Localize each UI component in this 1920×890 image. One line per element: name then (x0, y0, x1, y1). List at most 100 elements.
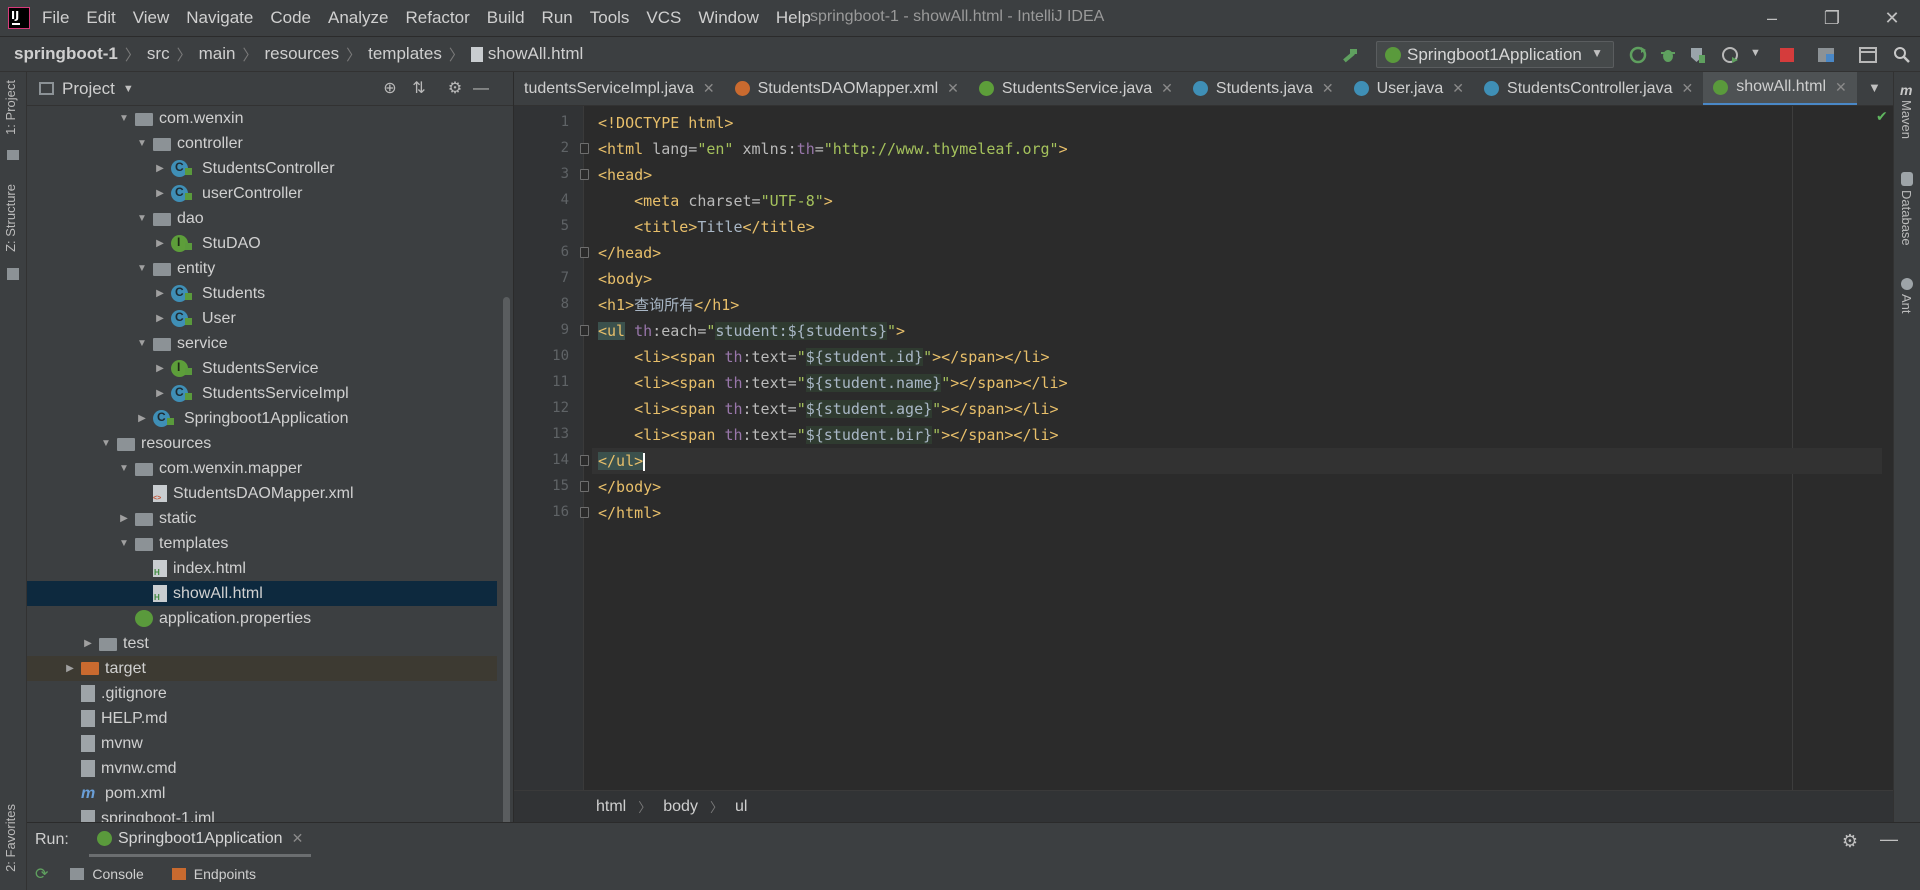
code-line[interactable]: <html lang="en" xmlns:th="http://www.thy… (592, 136, 1882, 162)
chevron-down-icon[interactable]: ▼ (1750, 47, 1761, 59)
expand-arrow-icon[interactable]: ▼ (135, 263, 149, 274)
menu-window[interactable]: Window (698, 8, 758, 28)
editor-tab[interactable]: showAll.html ✕ (1703, 72, 1857, 105)
breadcrumb-item[interactable]: templates (368, 44, 442, 64)
chevron-down-icon[interactable]: ▼ (123, 83, 134, 95)
tree-item[interactable]: ▼ com.wenxin.mapper (27, 456, 497, 481)
close-icon[interactable]: ✕ (703, 80, 715, 97)
tree-item[interactable]: ▼ controller (27, 131, 497, 156)
stop-icon[interactable] (1780, 48, 1794, 62)
profile-run-icon[interactable] (1720, 45, 1740, 65)
tree-item[interactable]: ▼ dao (27, 206, 497, 231)
close-icon[interactable]: ✕ (1681, 80, 1693, 97)
menu-view[interactable]: View (133, 8, 170, 28)
tree-item[interactable]: ▶ StudentsServiceImpl (27, 381, 497, 406)
debug-bug-icon[interactable] (1658, 45, 1678, 65)
code-line[interactable]: <li><span th:text="${student.age}"></spa… (592, 396, 1882, 422)
project-scrollbar[interactable] (503, 297, 510, 822)
rerun-icon[interactable]: ⟳ (35, 864, 48, 884)
tree-item[interactable]: mvnw.cmd (27, 756, 497, 781)
close-icon[interactable]: ✕ (1322, 80, 1334, 97)
build-hammer-icon[interactable] (1340, 45, 1360, 65)
close-icon[interactable]: ✕ (1161, 80, 1173, 97)
breadcrumb-item[interactable]: src (147, 44, 170, 64)
tab-favorites[interactable]: 2: Favorites (3, 804, 18, 872)
code-editor[interactable]: 1 2 3 4 5 6 7 8 9 10 11 12 13 14 15 16 <!DOCTYPE html> <… (514, 106, 1893, 790)
code-line[interactable]: </html> (592, 500, 1882, 526)
close-icon[interactable]: ✕ (1452, 80, 1464, 97)
tree-item[interactable]: StudentsDAOMapper.xml (27, 481, 497, 506)
editor-tab[interactable]: User.java ✕ (1344, 72, 1474, 105)
search-icon[interactable] (1892, 45, 1912, 65)
gear-icon[interactable]: ⚙ (447, 81, 463, 97)
tree-item[interactable]: application.properties (27, 606, 497, 631)
fold-marker-icon[interactable] (580, 325, 589, 336)
code-line[interactable]: <li><span th:text="${student.id}"></span… (592, 344, 1882, 370)
tab-database[interactable]: Database (1899, 190, 1914, 246)
fold-marker-icon[interactable] (580, 247, 589, 258)
tree-item[interactable]: ▶ Springboot1Application (27, 406, 497, 431)
tree-item[interactable]: ▼ resources (27, 431, 497, 456)
tree-item[interactable]: ▶ User (27, 306, 497, 331)
locate-file-icon[interactable]: ⊕ (382, 81, 398, 97)
collapse-arrow-icon[interactable]: ▶ (135, 413, 149, 424)
menu-refactor[interactable]: Refactor (405, 8, 469, 28)
tree-item[interactable]: HELP.md (27, 706, 497, 731)
expand-arrow-icon[interactable]: ▼ (135, 213, 149, 224)
collapse-arrow-icon[interactable]: ▶ (117, 513, 131, 524)
editor-tab[interactable]: StudentsDAOMapper.xml ✕ (725, 72, 969, 105)
tree-item[interactable]: ▶ userController (27, 181, 497, 206)
fold-marker-icon[interactable] (580, 143, 589, 154)
tree-item[interactable]: .gitignore (27, 681, 497, 706)
code-line[interactable]: </head> (592, 240, 1882, 266)
collapse-arrow-icon[interactable]: ▶ (153, 388, 167, 399)
hide-panel-icon[interactable]: — (1880, 829, 1898, 850)
expand-arrow-icon[interactable]: ▼ (99, 438, 113, 449)
window-layout-icon[interactable] (1858, 45, 1878, 65)
expand-arrow-icon[interactable]: ▼ (117, 113, 131, 124)
fold-marker-icon[interactable] (580, 481, 589, 492)
collapse-arrow-icon[interactable]: ▶ (153, 363, 167, 374)
tree-item[interactable]: ▶ Students (27, 281, 497, 306)
tree-item[interactable]: ▼ service (27, 331, 497, 356)
expand-arrow-icon[interactable]: ▼ (117, 463, 131, 474)
project-structure-icon[interactable] (1816, 45, 1836, 65)
menu-analyze[interactable]: Analyze (328, 8, 388, 28)
breadcrumb-item[interactable]: springboot-1 (14, 44, 118, 64)
sub-tab-console[interactable]: Console (70, 866, 144, 882)
tab-project[interactable]: 1: Project (3, 80, 18, 135)
close-icon[interactable]: ✕ (1872, 4, 1912, 32)
breadcrumb-item[interactable]: showAll.html (488, 44, 583, 64)
code-line[interactable]: </body> (592, 474, 1882, 500)
menu-help[interactable]: Help (776, 8, 811, 28)
collapse-arrow-icon[interactable]: ▶ (153, 313, 167, 324)
collapse-arrow-icon[interactable]: ▶ (81, 638, 95, 649)
run-config-dropdown[interactable]: Springboot1Application ▼ (1376, 41, 1614, 68)
editor-tab[interactable]: tudentsServiceImpl.java ✕ (514, 72, 725, 105)
menu-tools[interactable]: Tools (590, 8, 630, 28)
close-icon[interactable]: ✕ (292, 830, 304, 847)
tab-ant[interactable]: Ant (1899, 294, 1914, 314)
tab-structure[interactable]: Z: Structure (3, 184, 18, 252)
code-line[interactable]: <title>Title</title> (592, 214, 1882, 240)
menu-run[interactable]: Run (542, 8, 573, 28)
code-line[interactable]: </ul> (592, 448, 1882, 474)
tab-maven[interactable]: Maven (1899, 100, 1914, 139)
editor-breadcrumb-item[interactable]: html (596, 798, 626, 816)
restore-icon[interactable]: ❐ (1812, 4, 1852, 32)
code-line[interactable]: <head> (592, 162, 1882, 188)
menu-edit[interactable]: Edit (86, 8, 115, 28)
expand-arrow-icon[interactable]: ▼ (135, 338, 149, 349)
collapse-arrow-icon[interactable]: ▶ (153, 163, 167, 174)
menu-vcs[interactable]: VCS (646, 8, 681, 28)
fold-marker-icon[interactable] (580, 455, 589, 466)
tree-item[interactable]: ▶ StudentsService (27, 356, 497, 381)
collapse-arrow-icon[interactable]: ▶ (153, 188, 167, 199)
editor-breadcrumb-item[interactable]: body (663, 798, 698, 816)
menu-build[interactable]: Build (487, 8, 525, 28)
collapse-arrow-icon[interactable]: ▶ (63, 663, 77, 674)
code-line[interactable]: <!DOCTYPE html> (592, 110, 1882, 136)
close-icon[interactable]: ✕ (1835, 79, 1847, 96)
tree-item[interactable]: showAll.html (27, 581, 497, 606)
menu-code[interactable]: Code (270, 8, 311, 28)
